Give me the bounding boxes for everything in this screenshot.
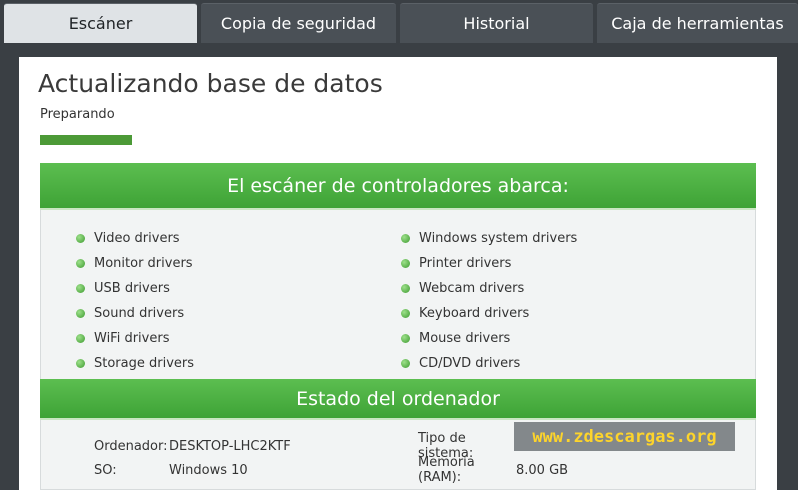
bullet-icon bbox=[76, 234, 85, 243]
list-item: WiFi drivers bbox=[76, 326, 194, 351]
list-item: Mouse drivers bbox=[401, 326, 577, 351]
tab-escaner[interactable]: Escáner bbox=[4, 3, 197, 43]
tab-caja-de-herramientas[interactable]: Caja de herramientas bbox=[597, 3, 798, 43]
status-text: Preparando bbox=[40, 107, 115, 122]
bullet-icon bbox=[76, 359, 85, 368]
item-label: Keyboard drivers bbox=[419, 306, 530, 321]
list-item: USB drivers bbox=[76, 276, 194, 301]
item-label: Windows system drivers bbox=[419, 231, 578, 246]
tab-bar: Escáner Copia de seguridad Historial Caj… bbox=[0, 0, 798, 43]
computer-value: DESKTOP-LHC2KTF bbox=[169, 438, 291, 454]
os-label: SO: bbox=[94, 462, 117, 478]
computer-info-left: Ordenador: DESKTOP-LHC2KTF SO: Windows 10 bbox=[94, 434, 291, 482]
item-label: Video drivers bbox=[94, 231, 180, 246]
driver-list-left: Video drivers Monitor drivers USB driver… bbox=[76, 226, 194, 376]
computer-label: Ordenador: bbox=[94, 438, 168, 454]
watermark: www.zdescargas.org bbox=[514, 422, 735, 451]
list-item: Storage drivers bbox=[76, 351, 194, 376]
item-label: Webcam drivers bbox=[419, 281, 525, 296]
list-item: Monitor drivers bbox=[76, 251, 194, 276]
bullet-icon bbox=[401, 309, 410, 318]
list-item: Windows system drivers bbox=[401, 226, 577, 251]
item-label: CD/DVD drivers bbox=[419, 356, 521, 371]
bullet-icon bbox=[76, 259, 85, 268]
bullet-icon bbox=[401, 359, 410, 368]
tab-copia-de-seguridad[interactable]: Copia de seguridad bbox=[201, 3, 396, 43]
list-item: CD/DVD drivers bbox=[401, 351, 577, 376]
bullet-icon bbox=[401, 334, 410, 343]
list-item: Webcam drivers bbox=[401, 276, 577, 301]
tab-historial[interactable]: Historial bbox=[400, 3, 593, 43]
item-label: Storage drivers bbox=[94, 356, 195, 371]
list-item: Sound drivers bbox=[76, 301, 194, 326]
list-item: Printer drivers bbox=[401, 251, 577, 276]
list-item: Video drivers bbox=[76, 226, 194, 251]
item-label: Printer drivers bbox=[419, 256, 512, 271]
item-label: Monitor drivers bbox=[94, 256, 193, 271]
bullet-icon bbox=[401, 259, 410, 268]
memory-value: 8.00 GB bbox=[516, 462, 569, 478]
driver-list-right: Windows system drivers Printer drivers W… bbox=[401, 226, 577, 376]
computer-status-heading: Estado del ordenador bbox=[40, 379, 756, 420]
bullet-icon bbox=[401, 284, 410, 293]
os-value: Windows 10 bbox=[169, 462, 248, 478]
bullet-icon bbox=[76, 334, 85, 343]
list-item: Keyboard drivers bbox=[401, 301, 577, 326]
item-label: Mouse drivers bbox=[419, 331, 511, 346]
bullet-icon bbox=[76, 309, 85, 318]
memory-label: Memoria (RAM): bbox=[418, 455, 475, 485]
item-label: Sound drivers bbox=[94, 306, 185, 321]
item-label: WiFi drivers bbox=[94, 331, 170, 346]
scanner-heading: El escáner de controladores abarca: bbox=[40, 163, 756, 210]
page-title: Actualizando base de datos bbox=[38, 69, 383, 98]
bullet-icon bbox=[401, 234, 410, 243]
item-label: USB drivers bbox=[94, 281, 170, 296]
progress-fill bbox=[40, 135, 132, 145]
bullet-icon bbox=[76, 284, 85, 293]
progress-bar bbox=[40, 135, 302, 145]
